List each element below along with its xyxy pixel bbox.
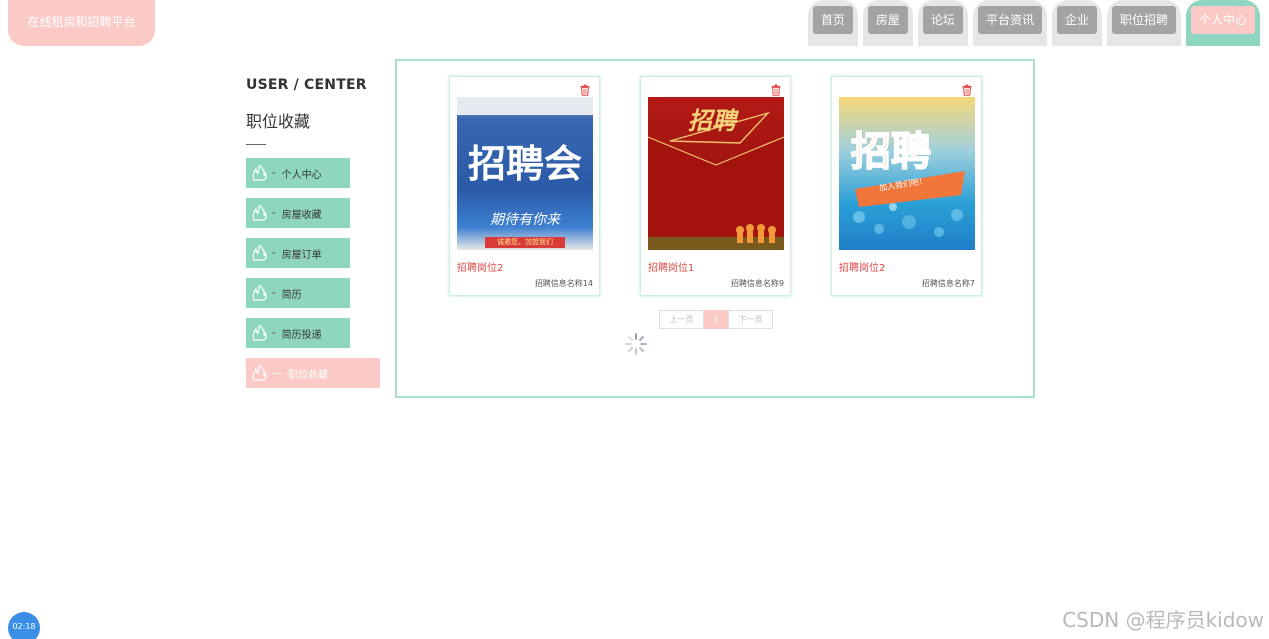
poster-top-strip [457, 97, 593, 115]
flame-icon [250, 284, 268, 302]
job-info-name: 招聘信息名称7 [921, 279, 975, 288]
poster-headline: 招聘 [688, 106, 736, 135]
sidebar-item-house-favorites[interactable]: - 房屋收藏 [246, 198, 350, 228]
sidebar-item-label: 简历 [281, 289, 302, 301]
nav-tab-label: 论坛 [922, 6, 963, 34]
sidebar-item-dash: - [272, 207, 276, 219]
nav-tab-forum[interactable]: 论坛 [917, 0, 968, 46]
sidebar-item-dash: - [272, 287, 276, 299]
favorite-card[interactable]: 招聘 招聘岗位1 招聘信息名称9 [640, 76, 791, 296]
nav-tab-house[interactable]: 房屋 [862, 0, 913, 46]
job-title[interactable]: 招聘岗位2 [457, 259, 503, 274]
sidebar-item-job-favorites[interactable]: — 职位收藏 [246, 358, 380, 388]
job-poster-image[interactable]: 招聘 加入我们吧！ [839, 97, 975, 250]
nav-tab-home[interactable]: 首页 [807, 0, 858, 46]
nav-tab-company[interactable]: 企业 [1051, 0, 1102, 46]
prev-page-button[interactable]: 上一页 [659, 310, 704, 329]
flame-icon [250, 324, 268, 342]
sidebar-item-label: 房屋订单 [281, 249, 322, 261]
sidebar-item-dash: - [272, 167, 276, 179]
nav-tab-label: 平台资讯 [977, 6, 1042, 34]
favorite-card[interactable]: 招聘会 期待有你来 诚邀您，加盟我们 招聘岗位2 招聘信息名称14 [449, 76, 600, 296]
nav-tab-label: 个人中心 [1190, 6, 1255, 34]
loading-spinner-icon [625, 333, 647, 355]
flame-icon [250, 244, 268, 262]
nav-tab-label: 房屋 [867, 6, 908, 34]
nav-tab-user-center[interactable]: 个人中心 [1185, 0, 1260, 46]
title-divider [246, 144, 266, 145]
sidebar-item-user-center[interactable]: - 个人中心 [246, 158, 350, 188]
section-subtitle: 职位收藏 [246, 112, 311, 131]
pagination: 上一页 1 下一页 [659, 310, 773, 329]
flame-icon [250, 164, 268, 182]
poster-tagline: 期待有你来 [490, 212, 560, 228]
sidebar-item-dash: — [272, 367, 282, 379]
csdn-watermark: CSDN @程序员kidow [1062, 608, 1264, 632]
sidebar-item-dash: - [272, 247, 276, 259]
user-center-title: USER / CENTER [246, 77, 367, 93]
nav-tab-label: 企业 [1056, 6, 1097, 34]
nav-tab-label: 职位招聘 [1111, 6, 1176, 34]
trash-icon[interactable] [770, 81, 782, 96]
job-info-name: 招聘信息名称9 [730, 279, 784, 288]
sidebar-item-house-orders[interactable]: - 房屋订单 [246, 238, 350, 268]
sidebar-item-resume[interactable]: - 简历 [246, 278, 350, 308]
nav-tab-label: 首页 [812, 6, 853, 34]
favorite-card[interactable]: 招聘 加入我们吧！ 招聘岗位2 招聘信息名称7 [831, 76, 982, 296]
job-title[interactable]: 招聘岗位2 [839, 259, 885, 274]
sidebar-item-label: 个人中心 [281, 169, 322, 181]
next-page-button[interactable]: 下一页 [728, 310, 773, 329]
sidebar-item-dash: - [272, 327, 276, 339]
recording-timer-badge: 02:18 [8, 612, 40, 639]
sidebar-item-label: 职位收藏 [288, 369, 328, 381]
job-poster-image[interactable]: 招聘会 期待有你来 诚邀您，加盟我们 [457, 97, 593, 250]
top-navigation: 首页 房屋 论坛 平台资讯 企业 职位招聘 个人中心 [807, 0, 1260, 46]
nav-tab-jobs[interactable]: 职位招聘 [1106, 0, 1181, 46]
sidebar-item-label: 房屋收藏 [281, 209, 322, 221]
site-logo[interactable]: 在线租房和招聘平台 [8, 0, 155, 46]
sidebar-item-resume-submissions[interactable]: - 简历投递 [246, 318, 350, 348]
flame-icon [250, 204, 268, 222]
sidebar-item-label: 简历投递 [281, 329, 322, 341]
poster-headline: 招聘会 [467, 141, 582, 186]
flame-icon [250, 364, 268, 382]
trash-icon[interactable] [961, 81, 973, 96]
job-title[interactable]: 招聘岗位1 [648, 259, 694, 274]
job-info-name: 招聘信息名称14 [534, 279, 593, 288]
favorites-panel: 招聘会 期待有你来 诚邀您，加盟我们 招聘岗位2 招聘信息名称14 招聘 招聘岗… [395, 59, 1035, 398]
nav-tab-news[interactable]: 平台资讯 [972, 0, 1047, 46]
job-poster-image[interactable]: 招聘 [648, 97, 784, 250]
trash-icon[interactable] [579, 81, 591, 96]
poster-banner: 诚邀您，加盟我们 [485, 237, 565, 248]
page-number-button[interactable]: 1 [704, 310, 728, 329]
poster-headline: 招聘 [850, 128, 932, 176]
